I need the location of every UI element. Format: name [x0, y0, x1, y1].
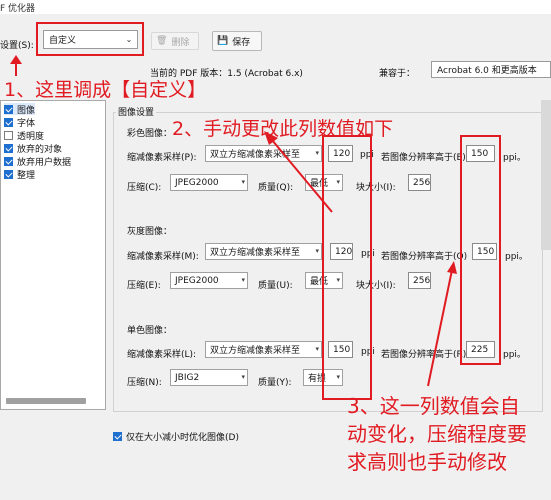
chevron-down-icon: ▾ — [315, 247, 319, 255]
category-list: 图像 字体 透明度 放弃的对象 放弃用户数据 整理 — [0, 100, 106, 410]
title-bar: F 优化器 — [0, 0, 551, 14]
list-item-transparency[interactable]: 透明度 — [4, 129, 45, 142]
gray-compression-select[interactable]: JPEG2000 ▾ — [170, 272, 248, 289]
list-item-images[interactable]: 图像 — [4, 103, 36, 116]
chevron-down-icon: ▾ — [241, 373, 245, 381]
mono-threshold-unit: ppi。 — [503, 350, 526, 360]
save-label: 保存 — [232, 37, 251, 48]
color-threshold-label: 若图像分辨率高于(E) — [381, 153, 466, 163]
checkbox-cleanup[interactable] — [4, 169, 13, 179]
annotation-3-line-1: 3、这一列数值会自 — [347, 394, 520, 418]
gray-downsample-select[interactable]: 双立方缩减像素采样至 ▾ — [205, 243, 322, 260]
gray-downsample-value: 双立方缩减像素采样至 — [210, 248, 301, 258]
color-threshold-unit: ppi。 — [503, 153, 526, 163]
list-item-discard-user-data[interactable]: 放弃用户数据 — [4, 155, 72, 168]
gray-quality-label: 质量(U): — [258, 281, 293, 291]
save-icon: 💾 — [217, 36, 229, 46]
color-compression-select[interactable]: JPEG2000 ▾ — [170, 174, 248, 191]
mono-compression-label: 压缩(N): — [127, 378, 162, 388]
arrow-up-right-icon — [427, 261, 457, 387]
mono-downsample-label: 缩减像素采样(L): — [127, 350, 197, 360]
save-button[interactable]: 💾 保存 — [212, 31, 262, 51]
color-compression-value: JPEG2000 — [175, 177, 219, 188]
delete-button[interactable]: 🗑 删除 — [151, 32, 199, 50]
optimize-only-if-smaller[interactable]: 仅在大小减小时优化图像(D) — [113, 430, 239, 443]
horizontal-scrollbar[interactable] — [6, 398, 86, 404]
annotation-1: 1、这里调成【自定义】 — [4, 79, 207, 101]
gray-compression-value: JPEG2000 — [175, 275, 219, 286]
vertical-scrollbar[interactable] — [541, 100, 551, 250]
checkbox-optimize-only-if-smaller[interactable] — [113, 432, 122, 441]
chevron-down-icon: ▾ — [241, 178, 245, 186]
window-title: F 优化器 — [0, 4, 36, 14]
annotation-3-line-2: 动变化，压缩程度要 — [347, 422, 527, 446]
color-tile-input[interactable]: 256 — [408, 174, 431, 191]
checkbox-images[interactable] — [4, 104, 13, 114]
list-item-label: 字体 — [17, 118, 36, 129]
optimize-checkbox-label: 仅在大小减小时优化图像(D) — [126, 433, 239, 443]
list-item-fonts[interactable]: 字体 — [4, 116, 36, 129]
delete-label: 删除 — [171, 37, 190, 48]
color-compression-label: 压缩(C): — [127, 183, 162, 193]
trash-icon: 🗑 — [156, 36, 168, 46]
annotation-3-line-3: 求高则也手动修改 — [347, 450, 507, 474]
list-item-label: 图像 — [17, 105, 36, 116]
color-tile-value: 256 — [413, 177, 431, 188]
checkbox-transparency[interactable] — [4, 130, 13, 140]
list-item-label: 放弃的对象 — [17, 144, 63, 155]
mono-compression-select[interactable]: JBIG2 ▾ — [170, 369, 248, 386]
mono-quality-label: 质量(Y): — [258, 378, 292, 388]
arrow-up-icon — [10, 55, 22, 76]
list-item-label: 整理 — [17, 170, 36, 181]
checkbox-fonts[interactable] — [4, 117, 13, 127]
color-images-title: 彩色图像： — [127, 129, 173, 139]
list-item-cleanup[interactable]: 整理 — [4, 168, 36, 181]
gray-compression-label: 压缩(E): — [127, 281, 161, 291]
group-title: 图像设置 — [116, 105, 157, 118]
mono-downsample-select[interactable]: 双立方缩减像素采样至 ▾ — [205, 341, 322, 358]
gray-threshold-unit: ppi。 — [505, 252, 528, 262]
settings-label: 设置(S): — [0, 41, 34, 51]
gray-downsample-label: 缩减像素采样(M): — [127, 252, 199, 262]
list-item-label: 放弃用户数据 — [17, 157, 72, 168]
chevron-down-icon: ▾ — [241, 276, 245, 284]
compat-label: 兼容于： — [379, 69, 416, 79]
annotation-box-settings — [36, 22, 144, 56]
checkbox-discard-user-data[interactable] — [4, 156, 13, 166]
gray-images-title: 灰度图像： — [127, 227, 173, 237]
checkbox-discard-objects[interactable] — [4, 143, 13, 153]
color-downsample-label: 缩减像素采样(P): — [127, 153, 197, 163]
mono-downsample-value: 双立方缩减像素采样至 — [210, 346, 301, 356]
annotation-box-threshold-column — [460, 135, 501, 365]
compat-value: Acrobat 6.0 和更高版本 — [437, 66, 537, 76]
list-item-discard-objects[interactable]: 放弃的对象 — [4, 142, 63, 155]
compat-select[interactable]: Acrobat 6.0 和更高版本 — [431, 61, 551, 78]
arrow-up-left-icon — [264, 131, 333, 213]
chevron-down-icon: ▾ — [315, 345, 319, 353]
mono-images-title: 单色图像： — [127, 326, 173, 336]
list-item-label: 透明度 — [17, 131, 45, 142]
mono-compression-value: JBIG2 — [175, 372, 200, 383]
